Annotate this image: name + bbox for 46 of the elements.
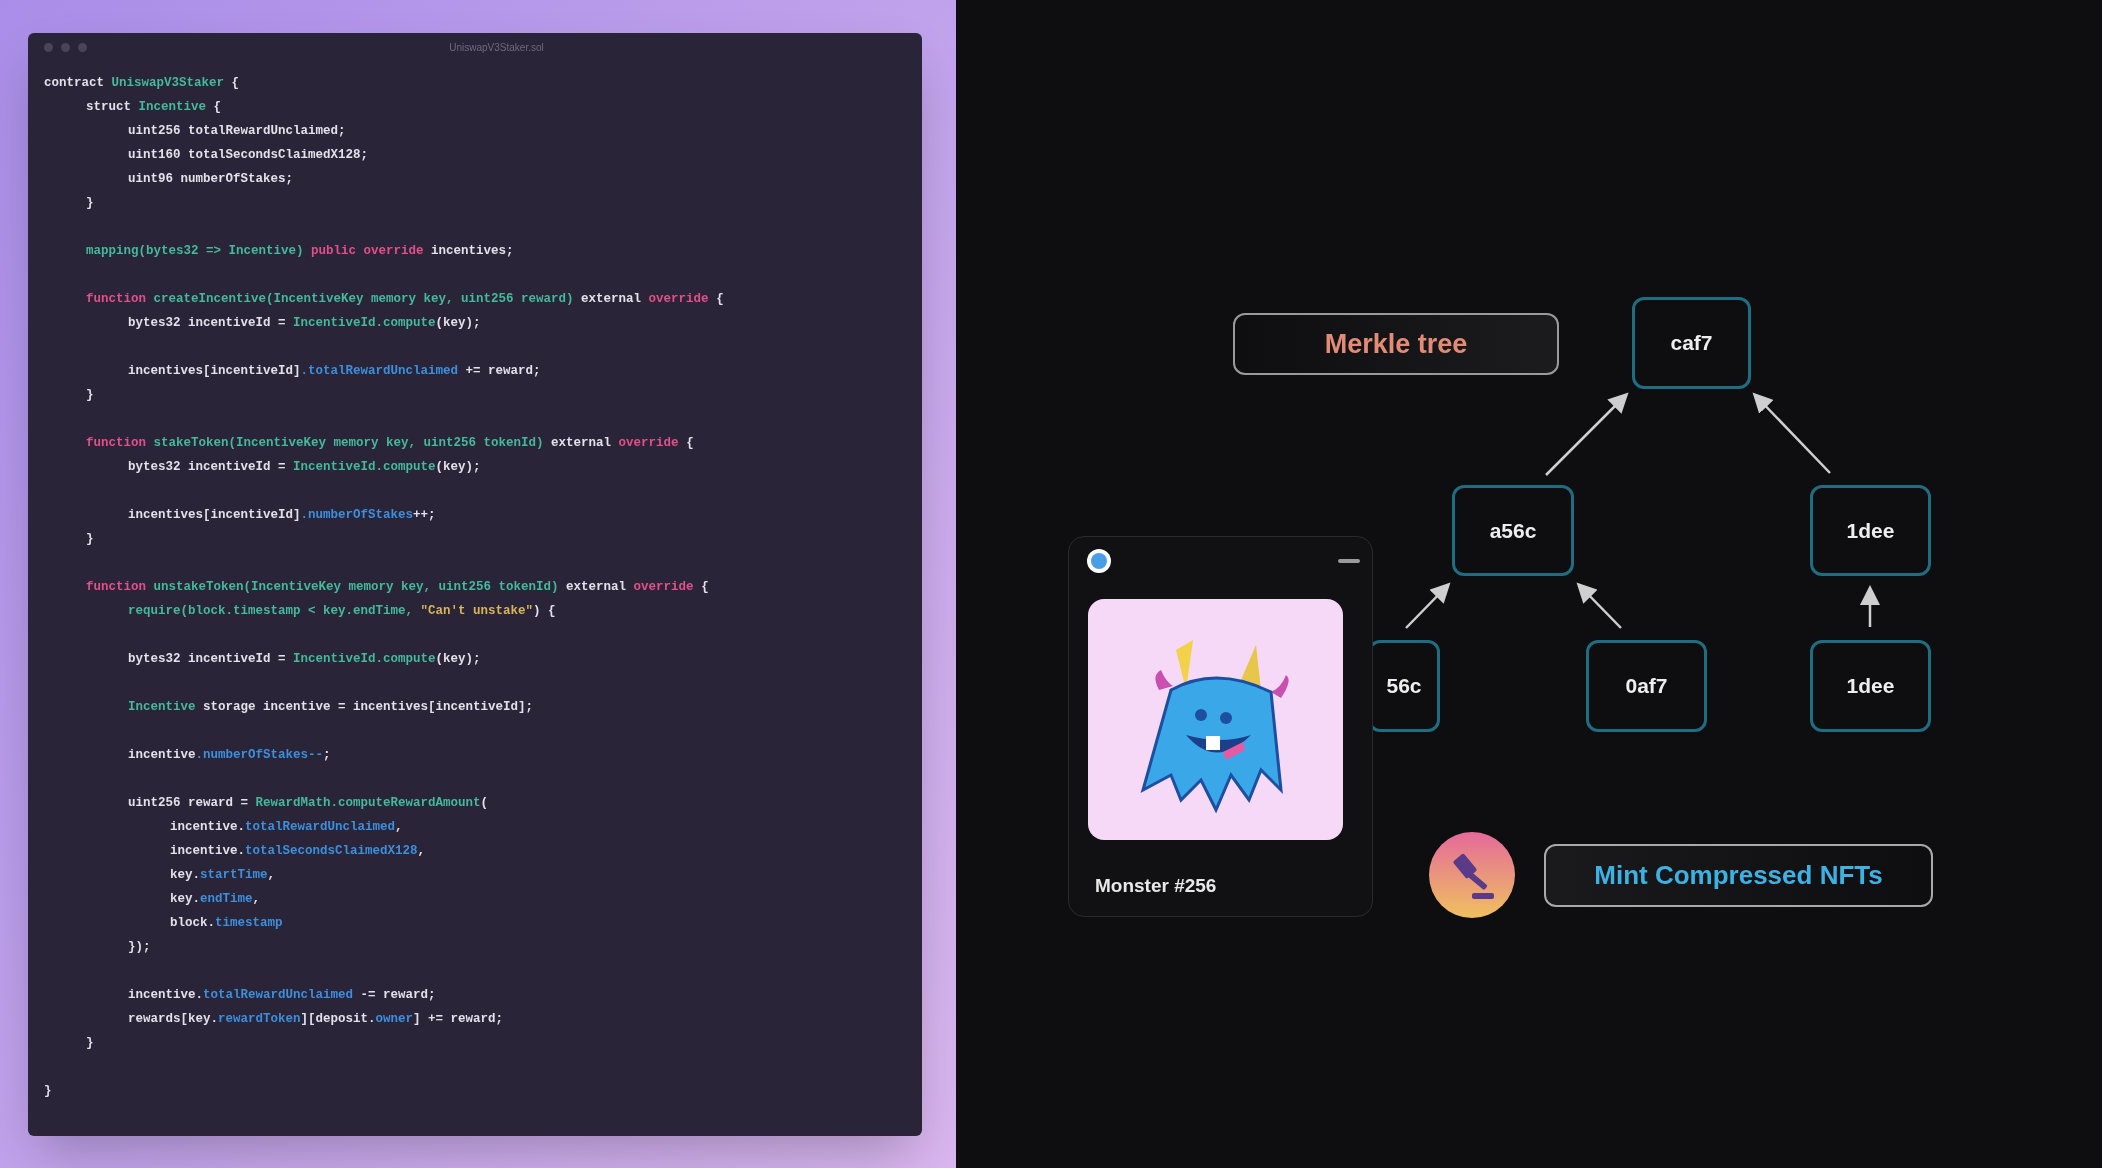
code-line: });: [128, 940, 151, 954]
code-line: bytes32 incentiveId = IncentiveId.compute(key);: [128, 652, 481, 666]
code-line: rewards[key.rewardToken][deposit.owner] += reward;: [128, 1012, 504, 1026]
code-line: struct Incentive {: [86, 100, 222, 114]
code-line: uint160 totalSecondsClaimedX128;: [128, 148, 369, 162]
tree-node: caf7: [1632, 297, 1751, 389]
code-line: key.startTime,: [170, 868, 276, 882]
code-line: incentives[incentiveId].numberOfStakes++;: [128, 508, 436, 522]
code-line: require(block.timestamp < key.endTime, "Can't unstake") {: [128, 604, 556, 618]
code-line: incentive.totalRewardUnclaimed -= reward;: [128, 988, 436, 1002]
merkle-tree-label: Merkle tree: [1233, 313, 1559, 375]
code-line: uint256 reward = RewardMath.computeRewardAmount(: [128, 796, 489, 810]
code-line: incentive.totalSecondsClaimedX128,: [170, 844, 426, 858]
code-line: Incentive storage incentive = incentives[incentiveId];: [128, 700, 534, 714]
gavel-icon[interactable]: [1428, 831, 1516, 919]
code-line: block.timestamp: [170, 916, 283, 930]
code-line: }: [86, 532, 94, 546]
code-line: function stakeToken(IncentiveKey memory key, uint256 tokenId) external override {: [86, 436, 694, 450]
arrow: [1405, 582, 1451, 629]
code-line: contract UniswapV3Staker {: [44, 76, 240, 90]
code-line: uint96 numberOfStakes;: [128, 172, 294, 186]
code-line: function unstakeToken(IncentiveKey memory key, uint256 tokenId) external override {: [86, 580, 709, 594]
code-line: }: [86, 388, 94, 402]
tree-node: 1dee: [1810, 640, 1931, 732]
code-line: uint256 totalRewardUnclaimed;: [128, 124, 346, 138]
arrow: [1576, 582, 1622, 629]
code-line: mapping(bytes32 => Incentive) public override incentives;: [86, 244, 514, 258]
minimize-icon[interactable]: [1338, 559, 1360, 563]
code-line: key.endTime,: [170, 892, 261, 906]
tree-node: 1dee: [1810, 485, 1931, 576]
code-line: }: [44, 1084, 52, 1098]
globe-icon: [1086, 548, 1112, 574]
nft-name: Monster #256: [1095, 874, 1217, 898]
code-line: }: [86, 1036, 94, 1050]
tree-node: 0af7: [1586, 640, 1707, 732]
code-line: incentive.totalRewardUnclaimed,: [170, 820, 403, 834]
code-line: incentives[incentiveId].totalRewardUnclaimed += reward;: [128, 364, 541, 378]
code-line: }: [86, 196, 94, 210]
code-line: bytes32 incentiveId = IncentiveId.compute(key);: [128, 316, 481, 330]
code-line: bytes32 incentiveId = IncentiveId.compute(key);: [128, 460, 481, 474]
mint-compressed-nfts-button[interactable]: Mint Compressed NFTs: [1544, 844, 1933, 907]
window-title: UniswapV3Staker.sol: [449, 40, 544, 55]
code-line: function createIncentive(IncentiveKey memory key, uint256 reward) external override {: [86, 292, 724, 306]
tree-node: a56c: [1452, 485, 1574, 576]
code-line: incentive.numberOfStakes--;: [128, 748, 331, 762]
arrow: [1860, 585, 1880, 627]
